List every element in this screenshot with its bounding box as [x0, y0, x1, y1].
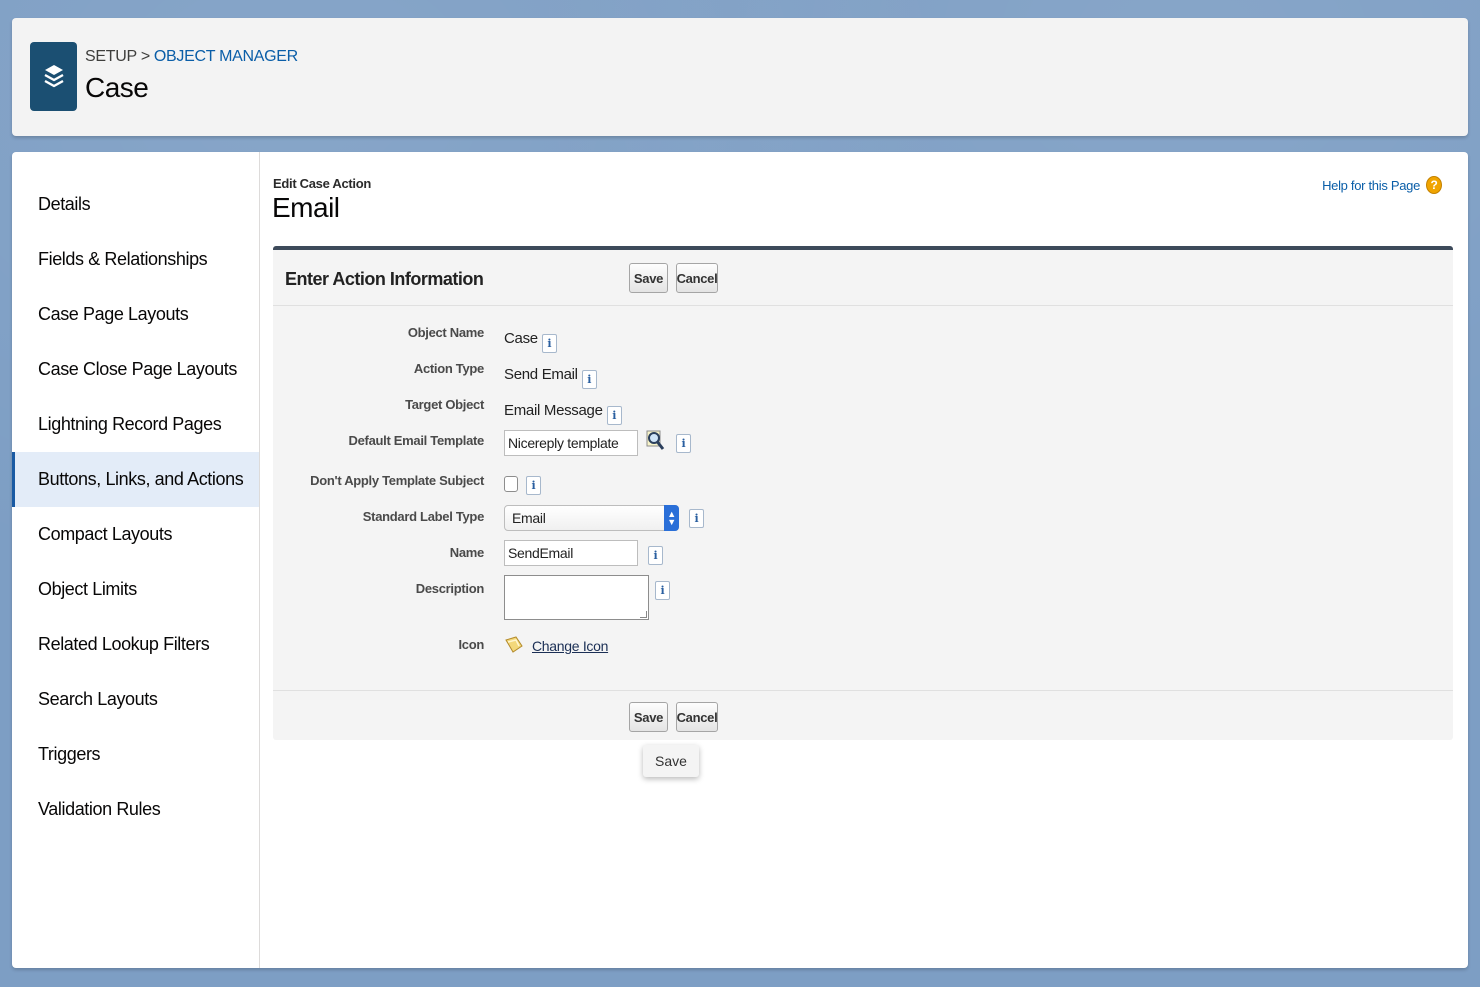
save-tooltip: Save	[643, 745, 699, 777]
sidebar-item-triggers[interactable]: Triggers	[12, 727, 259, 782]
save-button-bottom[interactable]: Save	[629, 702, 668, 732]
sidebar-item-details[interactable]: Details	[12, 177, 259, 232]
action-form: Enter Action Information Save Cancel Obj…	[273, 246, 1453, 740]
form-footer-divider	[273, 690, 1453, 691]
page-header: SETUP > OBJECT MANAGER Case	[12, 18, 1468, 136]
save-button-top[interactable]: Save	[629, 263, 668, 293]
breadcrumb-setup: SETUP	[85, 48, 137, 65]
breadcrumb: SETUP > OBJECT MANAGER	[85, 48, 298, 66]
info-icon[interactable]: i	[541, 334, 557, 353]
cancel-button-bottom[interactable]: Cancel	[676, 702, 718, 732]
standard-label-type-label: Standard Label Type	[362, 509, 485, 524]
object-name-label: Object Name	[407, 325, 484, 340]
layers-icon	[30, 42, 77, 111]
info-icon[interactable]: i	[606, 406, 622, 425]
info-icon[interactable]: i	[581, 370, 597, 389]
default-email-template-label: Default Email Template	[348, 433, 485, 448]
icon-row: Change Icon	[504, 634, 608, 658]
change-icon-link[interactable]: Change Icon	[532, 638, 608, 654]
info-icon[interactable]: i	[689, 508, 704, 528]
help-icon[interactable]: ?	[1426, 176, 1442, 194]
info-icon[interactable]: i	[526, 476, 541, 495]
description-label: Description	[415, 581, 485, 596]
content-area: Edit Case Action Email Help for this Pag…	[260, 152, 1468, 968]
main-panel: Details Fields & Relationships Case Page…	[12, 152, 1468, 968]
description-row: i	[504, 575, 670, 620]
help-link[interactable]: Help for this Page ?	[1322, 176, 1442, 194]
action-type-row: Send Email i	[504, 360, 597, 389]
help-link-label[interactable]: Help for this Page	[1322, 178, 1420, 193]
page-title: Email	[272, 192, 340, 223]
cancel-button-top[interactable]: Cancel	[676, 263, 718, 293]
sidebar-item-case-page-layouts[interactable]: Case Page Layouts	[12, 287, 259, 342]
object-name-value: Case	[504, 330, 538, 347]
sidebar-item-related-lookup-filters[interactable]: Related Lookup Filters	[12, 617, 259, 672]
page-subtitle: Edit Case Action	[273, 176, 372, 191]
breadcrumb-separator: >	[140, 48, 150, 65]
sidebar-item-validation-rules[interactable]: Validation Rules	[12, 782, 259, 837]
object-name-row: Case i	[504, 324, 557, 353]
standard-label-type-value: Email	[512, 510, 546, 526]
select-arrows-icon: ▲ ▼	[664, 505, 679, 531]
dont-apply-template-subject-checkbox[interactable]	[504, 475, 518, 492]
icon-label: Icon	[458, 637, 484, 652]
info-icon[interactable]: i	[655, 581, 670, 600]
dont-apply-template-subject-row: i	[504, 472, 541, 495]
target-object-label: Target Object	[405, 397, 484, 412]
breadcrumb-object-manager-link[interactable]: OBJECT MANAGER	[154, 48, 298, 65]
sidebar-item-fields-relationships[interactable]: Fields & Relationships	[12, 232, 259, 287]
dont-apply-template-subject-label: Don't Apply Template Subject	[310, 473, 484, 488]
action-type-value: Send Email	[504, 366, 578, 383]
action-type-label: Action Type	[413, 361, 484, 376]
description-textarea[interactable]	[504, 575, 649, 620]
target-object-value: Email Message	[504, 402, 603, 419]
form-header: Enter Action Information Save Cancel	[273, 250, 1453, 306]
default-email-template-row: i	[504, 430, 691, 456]
action-icon-preview	[504, 634, 524, 658]
target-object-row: Email Message i	[504, 396, 622, 425]
sidebar-nav: Details Fields & Relationships Case Page…	[12, 152, 260, 968]
info-icon[interactable]: i	[676, 433, 691, 453]
sidebar-item-object-limits[interactable]: Object Limits	[12, 562, 259, 617]
sidebar-item-buttons-links-actions[interactable]: Buttons, Links, and Actions	[12, 452, 259, 507]
sidebar-item-search-layouts[interactable]: Search Layouts	[12, 672, 259, 727]
form-section-title: Enter Action Information	[285, 269, 484, 289]
name-label: Name	[449, 545, 485, 560]
default-email-template-input[interactable]	[504, 430, 638, 456]
standard-label-type-row: Email ▲ ▼ i	[504, 505, 704, 531]
sidebar-item-case-close-page-layouts[interactable]: Case Close Page Layouts	[12, 342, 259, 397]
sidebar-item-compact-layouts[interactable]: Compact Layouts	[12, 507, 259, 562]
object-title: Case	[85, 72, 149, 103]
sidebar-item-lightning-record-pages[interactable]: Lightning Record Pages	[12, 397, 259, 452]
standard-label-type-select[interactable]: Email ▲ ▼	[504, 505, 679, 531]
name-row: i	[504, 540, 663, 566]
info-icon[interactable]: i	[648, 545, 663, 565]
name-input[interactable]	[504, 540, 638, 566]
lookup-magnifier-icon[interactable]	[646, 430, 666, 456]
